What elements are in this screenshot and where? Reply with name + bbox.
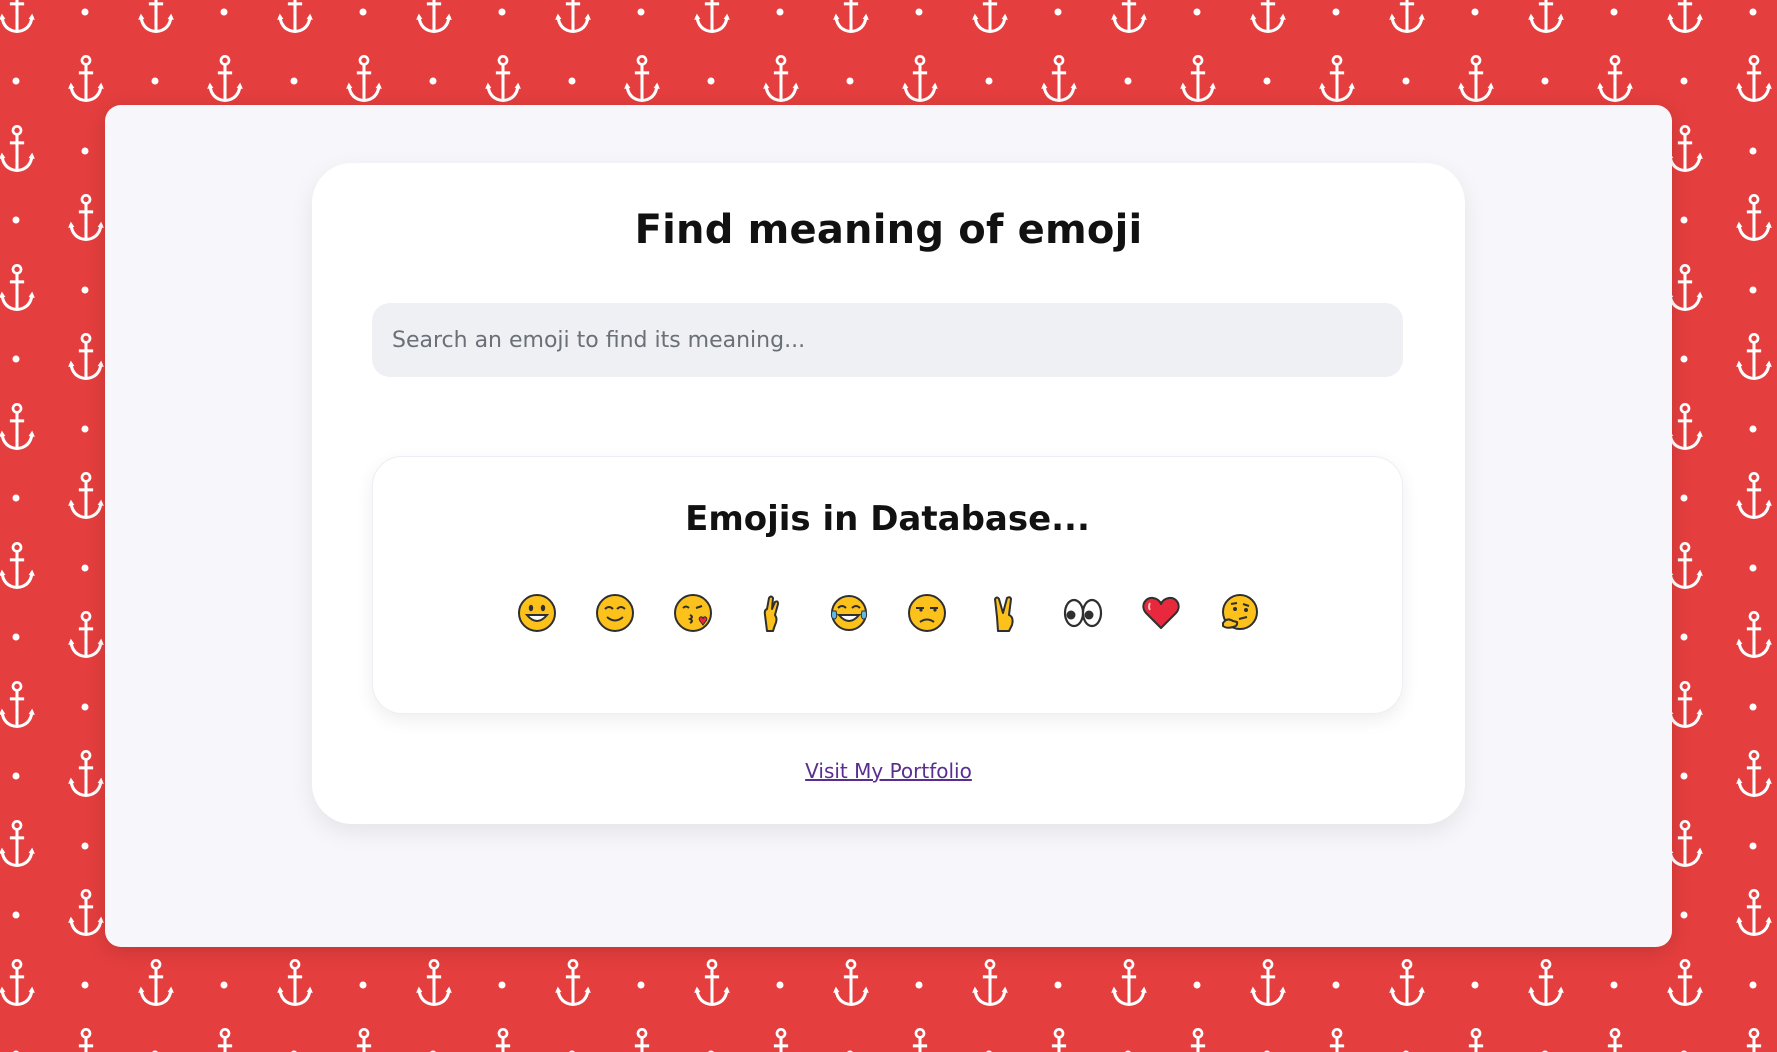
red-heart-emoji[interactable] <box>1138 590 1184 636</box>
eyes-emoji[interactable] <box>1060 590 1106 636</box>
smiling-face-emoji[interactable] <box>592 590 638 636</box>
main-card: Find meaning of emoji Emojis in Database… <box>312 163 1465 824</box>
database-title: Emojis in Database... <box>685 499 1090 539</box>
kissing-face-emoji[interactable] <box>670 590 716 636</box>
emoji-search-input[interactable] <box>372 303 1403 377</box>
grinning-face-emoji[interactable] <box>514 590 560 636</box>
tears-of-joy-emoji[interactable] <box>826 590 872 636</box>
victory-hand-emoji[interactable] <box>982 590 1028 636</box>
unamused-face-emoji[interactable] <box>904 590 950 636</box>
portfolio-link-container: Visit My Portfolio <box>312 759 1465 783</box>
outer-panel: Find meaning of emoji Emojis in Database… <box>105 105 1672 947</box>
crossed-fingers-emoji[interactable] <box>748 590 794 636</box>
thinking-face-emoji[interactable] <box>1216 590 1262 636</box>
page-title: Find meaning of emoji <box>634 207 1143 253</box>
portfolio-link[interactable]: Visit My Portfolio <box>805 759 972 783</box>
emoji-list <box>373 589 1402 637</box>
emoji-database-card: Emojis in Database... <box>372 456 1403 714</box>
